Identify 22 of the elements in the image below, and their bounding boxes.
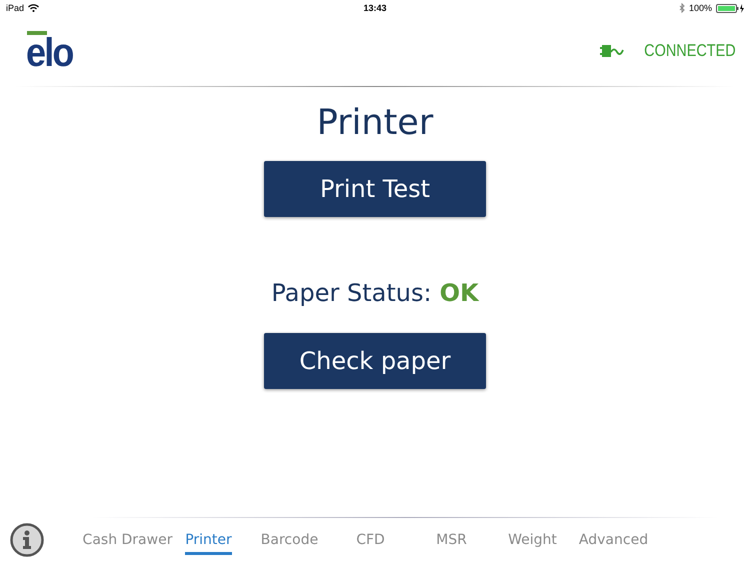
nav-tab[interactable]: Cash Drawer	[82, 532, 172, 555]
check-paper-button[interactable]: Check paper	[264, 333, 486, 389]
print-test-button[interactable]: Print Test	[264, 161, 486, 217]
info-icon[interactable]	[10, 523, 44, 557]
nav-tab[interactable]: MSR	[436, 532, 467, 555]
nav-tab[interactable]: Weight	[508, 532, 557, 555]
nav-tab[interactable]: Advanced	[578, 532, 648, 555]
nav-tab[interactable]: CFD	[356, 532, 385, 555]
plug-icon	[600, 43, 624, 59]
clock-time: 13:43	[363, 3, 387, 13]
paper-status-value: OK	[440, 279, 479, 307]
nav-tab[interactable]: Printer	[185, 532, 232, 555]
battery-icon	[716, 4, 744, 12]
elo-logo: elo	[26, 31, 74, 71]
wifi-icon	[28, 4, 40, 12]
paper-status-label: Paper Status:	[271, 279, 432, 307]
battery-percent: 100%	[688, 3, 712, 13]
bluetooth-icon	[678, 3, 685, 13]
page-title: Printer	[316, 103, 434, 143]
device-name: iPad	[6, 3, 24, 13]
connection-status: CONNECTED	[644, 41, 736, 61]
nav-tab[interactable]: Barcode	[260, 532, 318, 555]
